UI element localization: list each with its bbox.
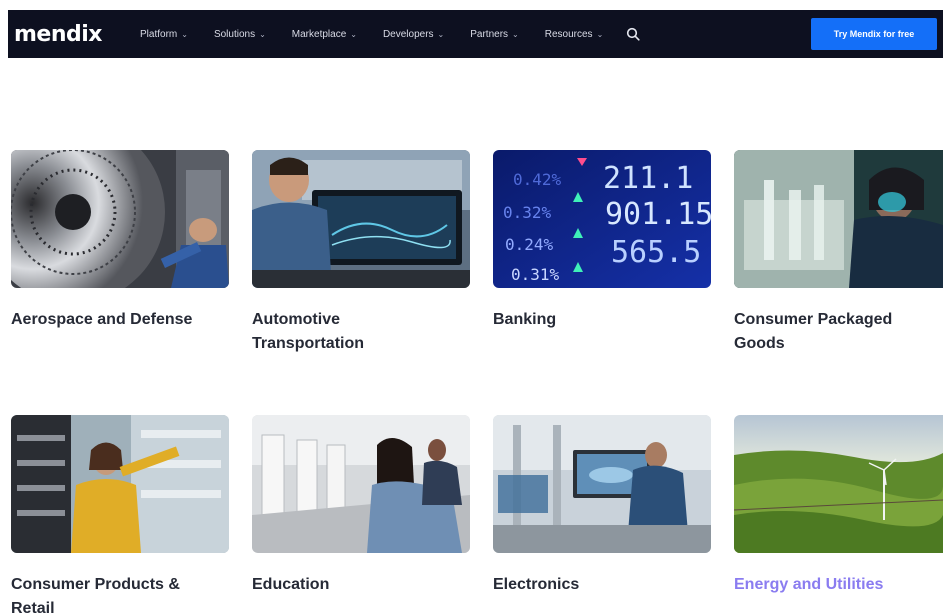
- search-button[interactable]: [623, 24, 643, 44]
- ticker-value: 0.31%: [511, 265, 560, 284]
- nav-menu: Platform ⌄ Solutions ⌄ Marketplace ⌄ Develo…: [140, 24, 643, 44]
- ticker-value: 0.32%: [503, 203, 552, 222]
- top-navigation: mendix Platform ⌄ Solutions ⌄ Marketplace ⌄…: [8, 10, 943, 58]
- nav-item-partners[interactable]: Partners ⌄: [470, 29, 519, 40]
- ticker-value: 565.5: [611, 235, 701, 270]
- industry-title[interactable]: Education: [252, 573, 470, 597]
- industry-card-electronics[interactable]: Electronics: [493, 415, 711, 597]
- industry-title[interactable]: Energy and Utilities: [734, 573, 943, 597]
- consumer-packaged-image: [734, 150, 943, 288]
- industry-title[interactable]: Automotive Transportation: [252, 308, 402, 356]
- automotive-image: [252, 150, 470, 288]
- ticker-value: 901.15: [605, 197, 711, 232]
- industry-title[interactable]: Electronics: [493, 573, 711, 597]
- try-mendix-button[interactable]: Try Mendix for free: [811, 18, 937, 50]
- chevron-down-icon: ⌄: [350, 29, 357, 39]
- consumer-products-image: [11, 415, 229, 553]
- industry-card-consumer-packaged[interactable]: Consumer Packaged Goods: [734, 150, 943, 356]
- nav-item-developers[interactable]: Developers ⌄: [383, 29, 444, 40]
- chevron-down-icon: ⌄: [596, 29, 604, 39]
- chevron-down-icon: ⌄: [181, 29, 188, 39]
- nav-item-label: Developers: [382, 28, 434, 40]
- energy-image: [734, 415, 943, 553]
- industry-title[interactable]: Banking: [493, 308, 711, 332]
- banking-image: 211.1 901.15 565.5 0.42% 0.32% 0.24% 0.3…: [493, 150, 711, 288]
- search-icon: [627, 27, 640, 41]
- nav-item-label: Partners: [470, 28, 509, 40]
- chevron-down-icon: ⌄: [512, 29, 519, 39]
- nav-item-resources[interactable]: Resources ⌄: [545, 29, 604, 40]
- nav-item-label: Platform: [140, 28, 178, 40]
- industry-card-aerospace[interactable]: Aerospace and Defense: [11, 150, 229, 332]
- chevron-down-icon: ⌄: [259, 29, 266, 39]
- industry-card-energy[interactable]: Energy and Utilities: [734, 415, 943, 597]
- ticker-value: 0.24%: [505, 235, 554, 254]
- nav-item-label: Resources: [544, 28, 593, 40]
- industry-title[interactable]: Consumer Packaged Goods: [734, 308, 943, 356]
- education-image: [252, 415, 470, 553]
- ticker-value: 211.1: [603, 161, 693, 196]
- chevron-down-icon: ⌄: [437, 29, 445, 39]
- industry-title[interactable]: Aerospace and Defense: [11, 308, 229, 332]
- industry-card-banking[interactable]: 211.1 901.15 565.5 0.42% 0.32% 0.24% 0.3…: [493, 150, 711, 332]
- industry-card-education[interactable]: Education: [252, 415, 470, 597]
- electronics-image: [493, 415, 711, 553]
- industry-card-consumer-products[interactable]: Consumer Products & Retail: [11, 415, 229, 614]
- ticker-value: 0.42%: [513, 170, 562, 189]
- aerospace-image: [11, 150, 229, 288]
- nav-item-marketplace[interactable]: Marketplace ⌄: [292, 29, 357, 40]
- industry-card-automotive[interactable]: Automotive Transportation: [252, 150, 470, 356]
- industry-title[interactable]: Consumer Products & Retail: [11, 573, 216, 614]
- nav-item-label: Marketplace: [291, 28, 347, 40]
- nav-item-label: Solutions: [213, 28, 256, 40]
- mendix-logo[interactable]: mendix: [14, 22, 134, 47]
- nav-item-solutions[interactable]: Solutions ⌄: [214, 29, 266, 40]
- nav-item-platform[interactable]: Platform ⌄: [140, 29, 188, 40]
